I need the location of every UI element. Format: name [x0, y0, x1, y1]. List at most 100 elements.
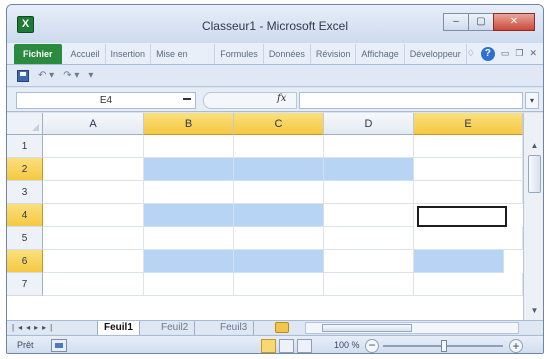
redo-icon[interactable]: ↷ ▾: [63, 70, 79, 81]
name-box[interactable]: E4: [16, 92, 196, 109]
cell-d3[interactable]: [324, 181, 414, 204]
cell-c1[interactable]: [234, 135, 324, 158]
cell-d2[interactable]: [324, 158, 414, 181]
tab-home[interactable]: Accueil: [66, 43, 106, 64]
cell-d4[interactable]: [324, 204, 414, 227]
status-bar: Prêt 100 % − +: [7, 335, 543, 353]
tab-review[interactable]: Révision: [311, 43, 357, 64]
zoom-slider-thumb[interactable]: [441, 340, 447, 352]
tab-data[interactable]: Données: [264, 43, 311, 64]
cell-e3[interactable]: [414, 181, 523, 204]
horizontal-scroll-thumb[interactable]: [322, 324, 412, 332]
close-button[interactable]: ✕: [493, 13, 535, 31]
page-layout-view-icon[interactable]: [279, 339, 294, 353]
minimize-button[interactable]: –: [443, 13, 469, 31]
active-cell-e4[interactable]: [417, 206, 507, 227]
restore-workbook-icon[interactable]: ❐: [515, 48, 523, 59]
tab-formulas[interactable]: Formules: [215, 43, 264, 64]
cell-c4[interactable]: [234, 204, 324, 227]
row-header-3[interactable]: 3: [7, 181, 43, 204]
zoom-in-icon[interactable]: +: [509, 339, 523, 353]
cell-b5[interactable]: [144, 227, 234, 250]
sheet-navigation-icons[interactable]: |◂◂▸▸|: [12, 321, 56, 335]
cell-a6[interactable]: [43, 250, 144, 273]
row-header-5[interactable]: 5: [7, 227, 43, 250]
cell-b6[interactable]: [144, 250, 234, 273]
cell-a4[interactable]: [43, 204, 144, 227]
scroll-up-icon[interactable]: ▲: [527, 139, 542, 153]
status-ready-text: Prêt: [17, 340, 34, 350]
formula-input[interactable]: [299, 92, 523, 109]
cell-e1[interactable]: [414, 135, 523, 158]
cell-e6[interactable]: [414, 250, 504, 273]
cell-a1[interactable]: [43, 135, 144, 158]
row-header-2[interactable]: 2: [7, 158, 43, 181]
close-workbook-icon[interactable]: ✕: [529, 48, 537, 59]
sheet-tab-feuil2[interactable]: Feuil2: [155, 321, 196, 335]
window-controls: – ▢ ✕: [443, 13, 535, 31]
save-icon[interactable]: [17, 69, 29, 82]
column-header-e[interactable]: E: [414, 113, 523, 135]
cell-e7[interactable]: [414, 273, 523, 296]
cell-b7[interactable]: [144, 273, 234, 296]
zoom-level[interactable]: 100 %: [334, 340, 360, 350]
vertical-scrollbar[interactable]: ▲ ▼: [523, 113, 543, 320]
cell-d6[interactable]: [324, 250, 414, 273]
row-header-6[interactable]: 6: [7, 250, 43, 273]
insert-sheet-icon[interactable]: [275, 322, 289, 333]
formula-bar: E4 fx ▾: [7, 88, 543, 112]
cell-b3[interactable]: [144, 181, 234, 204]
cell-b4[interactable]: [144, 204, 234, 227]
excel-window: X Classeur1 - Microsoft Excel – ▢ ✕ Fich…: [6, 4, 544, 354]
ribbon-tools: ♢ ? ▭ ❐ ✕: [467, 46, 543, 61]
maximize-button[interactable]: ▢: [468, 13, 494, 31]
macro-record-icon[interactable]: [51, 339, 67, 352]
column-header-c[interactable]: C: [234, 113, 324, 135]
cell-a2[interactable]: [43, 158, 144, 181]
cell-a3[interactable]: [43, 181, 144, 204]
cell-a5[interactable]: [43, 227, 144, 250]
row-header-4[interactable]: 4: [7, 204, 43, 227]
cell-d7[interactable]: [324, 273, 414, 296]
cell-e5[interactable]: [414, 227, 523, 250]
tab-file[interactable]: Fichier: [14, 43, 62, 64]
tab-developer[interactable]: Développeur: [405, 43, 467, 64]
cell-e2[interactable]: [414, 158, 523, 181]
cell-c3[interactable]: [234, 181, 324, 204]
cell-b1[interactable]: [144, 135, 234, 158]
chevron-up-icon[interactable]: ♢: [467, 48, 475, 59]
cell-c5[interactable]: [234, 227, 324, 250]
tab-view[interactable]: Affichage: [356, 43, 405, 64]
page-break-view-icon[interactable]: [297, 339, 312, 353]
sheet-tab-feuil3[interactable]: Feuil3: [214, 321, 255, 335]
cell-b2[interactable]: [144, 158, 234, 181]
sheet-tab-bar: |◂◂▸▸| Feuil1 Feuil2 Feuil3: [7, 320, 543, 335]
horizontal-scrollbar[interactable]: [305, 322, 519, 334]
cell-c6[interactable]: [234, 250, 324, 273]
row-header-7[interactable]: 7: [7, 273, 43, 296]
tab-insert[interactable]: Insertion: [106, 43, 152, 64]
expand-formula-icon[interactable]: ▾: [525, 92, 539, 109]
minimize-ribbon-icon[interactable]: ▭: [501, 48, 510, 59]
undo-icon[interactable]: ↶ ▾: [38, 70, 54, 81]
customize-qat-icon[interactable]: ▾: [88, 70, 93, 81]
scroll-down-icon[interactable]: ▼: [527, 304, 542, 318]
row-header-1[interactable]: 1: [7, 135, 43, 158]
cell-a7[interactable]: [43, 273, 144, 296]
zoom-out-icon[interactable]: −: [365, 339, 379, 353]
name-box-dropdown-icon[interactable]: [183, 98, 191, 100]
column-header-b[interactable]: B: [144, 113, 234, 135]
cell-d1[interactable]: [324, 135, 414, 158]
cell-c2[interactable]: [234, 158, 324, 181]
normal-view-icon[interactable]: [261, 339, 276, 353]
column-header-d[interactable]: D: [324, 113, 414, 135]
cell-d5[interactable]: [324, 227, 414, 250]
help-icon[interactable]: ?: [480, 46, 495, 61]
sheet-tab-feuil1[interactable]: Feuil1: [97, 321, 140, 335]
tab-page-layout[interactable]: Mise en page: [151, 43, 216, 79]
cell-c7[interactable]: [234, 273, 324, 296]
insert-function-icon[interactable]: fx: [277, 93, 286, 104]
column-header-a[interactable]: A: [43, 113, 144, 135]
vertical-scroll-thumb[interactable]: [528, 155, 541, 193]
select-all-corner[interactable]: [7, 113, 43, 135]
